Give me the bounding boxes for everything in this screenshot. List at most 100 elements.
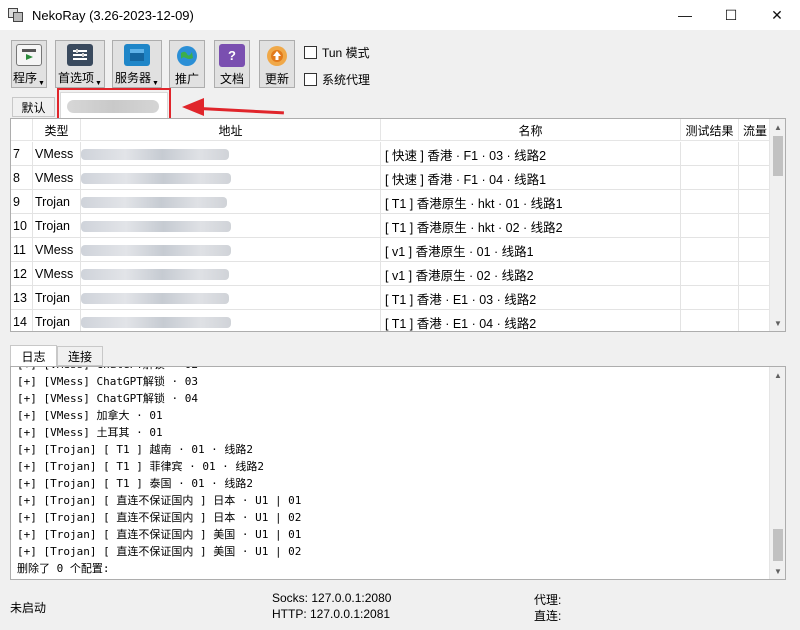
minimize-button[interactable]: — [662, 0, 708, 30]
chevron-down-icon: ▼ [38, 80, 45, 87]
row-address [81, 286, 381, 310]
group-tab-default[interactable]: 默认 [12, 97, 55, 117]
log-line: [+] [Trojan] [ 直连不保证国内 ] 美国 · U1 | 01 [17, 528, 302, 541]
row-traffic [739, 166, 771, 190]
scroll-down-arrow[interactable]: ▼ [770, 315, 785, 331]
row-traffic [739, 262, 771, 286]
promote-label: 推广 [174, 72, 199, 86]
scroll-down-arrow[interactable]: ▼ [770, 563, 785, 579]
update-button[interactable]: 更新 [259, 40, 295, 88]
tab-connections-label: 连接 [67, 349, 92, 364]
row-test-result [681, 190, 739, 214]
window-title: NekoRay (3.26-2023-12-09) [32, 7, 194, 23]
log-panel[interactable]: [+] [VMess] ChatGPT解锁 · 02 [+] [VMess] C… [10, 366, 786, 580]
checkbox-box[interactable] [304, 46, 317, 59]
table-row[interactable]: 9 Trojan [ T1 ] 香港原生 · hkt · 01 · 线路1 [11, 190, 771, 214]
status-http: HTTP: 127.0.0.1:2081 [272, 607, 391, 621]
scroll-thumb[interactable] [773, 136, 783, 176]
row-address [81, 262, 381, 286]
table-row[interactable]: 10 Trojan [ T1 ] 香港原生 · hkt · 02 · 线路2 [11, 214, 771, 238]
log-line: [+] [Trojan] [ T1 ] 越南 · 01 · 线路2 [17, 443, 254, 456]
preferences-icon [67, 44, 93, 66]
table-scrollbar[interactable]: ▲ ▼ [769, 119, 785, 331]
column-header-name[interactable]: 名称 [381, 119, 681, 141]
row-number: 7 [11, 142, 33, 166]
row-address [81, 238, 381, 262]
table-row[interactable]: 11 VMess [ v1 ] 香港原生 · 01 · 线路1 [11, 238, 771, 262]
tab-log-label: 日志 [21, 349, 46, 364]
log-line: [+] [VMess] 加拿大 · 01 [17, 409, 163, 422]
update-icon [264, 44, 290, 67]
row-traffic [739, 214, 771, 238]
maximize-button[interactable]: ☐ [708, 0, 754, 30]
server-table[interactable]: 类型 地址 名称 测试结果 流量 7 VMess [ 快速 ] 香港 · F1 · … [10, 118, 786, 332]
column-header-traffic[interactable]: 流量 [739, 119, 771, 141]
checkbox-box[interactable] [304, 73, 317, 86]
row-address [81, 142, 381, 166]
program-icon [16, 44, 42, 66]
preferences-label: 首选项 [58, 71, 95, 85]
chevron-down-icon: ▼ [95, 80, 102, 87]
program-label: 程序 [13, 71, 38, 85]
row-name: [ 快速 ] 香港 · F1 · 03 · 线路2 [381, 142, 681, 166]
document-icon: ? [219, 44, 245, 67]
column-header-test-result[interactable]: 测试结果 [681, 119, 739, 141]
docs-button[interactable]: ? 文档 [214, 40, 250, 88]
row-number: 13 [11, 286, 33, 310]
tab-log[interactable]: 日志 [10, 345, 57, 367]
update-label: 更新 [264, 72, 289, 86]
server-button[interactable]: 服务器▼ [112, 40, 162, 88]
row-type: Trojan [33, 214, 81, 238]
row-type: Trojan [33, 190, 81, 214]
row-name: [ T1 ] 香港原生 · hkt · 02 · 线路2 [381, 214, 681, 238]
column-header-address[interactable]: 地址 [81, 119, 381, 141]
table-header: 类型 地址 名称 测试结果 流量 [11, 119, 771, 141]
server-label: 服务器 [115, 71, 152, 85]
tun-mode-checkbox[interactable]: Tun 模式 [304, 44, 370, 61]
log-line: [+] [Trojan] [ 直连不保证国内 ] 美国 · U1 | 02 [17, 545, 302, 558]
globe-icon [174, 44, 200, 67]
row-address [81, 166, 381, 190]
column-header-type[interactable]: 类型 [33, 119, 81, 141]
log-line: 删除了 0 个配置: [17, 562, 110, 575]
program-button[interactable]: 程序▼ [11, 40, 47, 88]
redacted-address [81, 244, 231, 256]
redacted-address [81, 292, 229, 304]
redacted-address [81, 268, 229, 280]
row-test-result [681, 286, 739, 310]
log-line: [+] [Trojan] [ 直连不保证国内 ] 日本 · U1 | 02 [17, 511, 302, 524]
row-test-result [681, 166, 739, 190]
close-button[interactable]: ✕ [754, 0, 800, 30]
log-line: [+] [Trojan] [ 直连不保证国内 ] 日本 · U1 | 01 [17, 494, 302, 507]
scroll-up-arrow[interactable]: ▲ [770, 119, 785, 135]
scroll-thumb[interactable] [773, 529, 783, 561]
log-scrollbar[interactable]: ▲ ▼ [769, 367, 785, 579]
annotation-arrow-head [182, 98, 204, 116]
status-proxy: 代理: [534, 593, 562, 607]
log-line: [+] [Trojan] [ T1 ] 菲律宾 · 01 · 线路2 [17, 460, 265, 473]
row-test-result [681, 238, 739, 262]
promote-button[interactable]: 推广 [169, 40, 205, 88]
row-name: [ v1 ] 香港原生 · 02 · 线路2 [381, 262, 681, 286]
table-row[interactable]: 12 VMess [ v1 ] 香港原生 · 02 · 线路2 [11, 262, 771, 286]
scroll-up-arrow[interactable]: ▲ [770, 367, 785, 383]
row-type: Trojan [33, 286, 81, 310]
table-row[interactable]: 13 Trojan [ T1 ] 香港 · E1 · 03 · 线路2 [11, 286, 771, 310]
status-socks: Socks: 127.0.0.1:2080 [272, 591, 392, 605]
system-proxy-checkbox[interactable]: 系统代理 [304, 71, 370, 88]
table-row[interactable]: 7 VMess [ 快速 ] 香港 · F1 · 03 · 线路2 [11, 142, 771, 166]
preferences-button[interactable]: 首选项▼ [55, 40, 105, 88]
table-row[interactable]: 14 Trojan [ T1 ] 香港 · E1 · 04 · 线路2 [11, 310, 771, 331]
annotation-arrow [199, 107, 284, 115]
row-name: [ v1 ] 香港原生 · 01 · 线路1 [381, 238, 681, 262]
status-direct: 直连: [534, 609, 562, 623]
row-number: 10 [11, 214, 33, 238]
redacted-address [81, 220, 231, 232]
table-row[interactable]: 8 VMess [ 快速 ] 香港 · F1 · 04 · 线路1 [11, 166, 771, 190]
row-number: 14 [11, 310, 33, 331]
tun-mode-label: Tun 模式 [322, 46, 370, 60]
row-test-result [681, 262, 739, 286]
row-name: [ T1 ] 香港原生 · hkt · 01 · 线路1 [381, 190, 681, 214]
tab-connections[interactable]: 连接 [57, 346, 103, 366]
row-type: VMess [33, 142, 81, 166]
